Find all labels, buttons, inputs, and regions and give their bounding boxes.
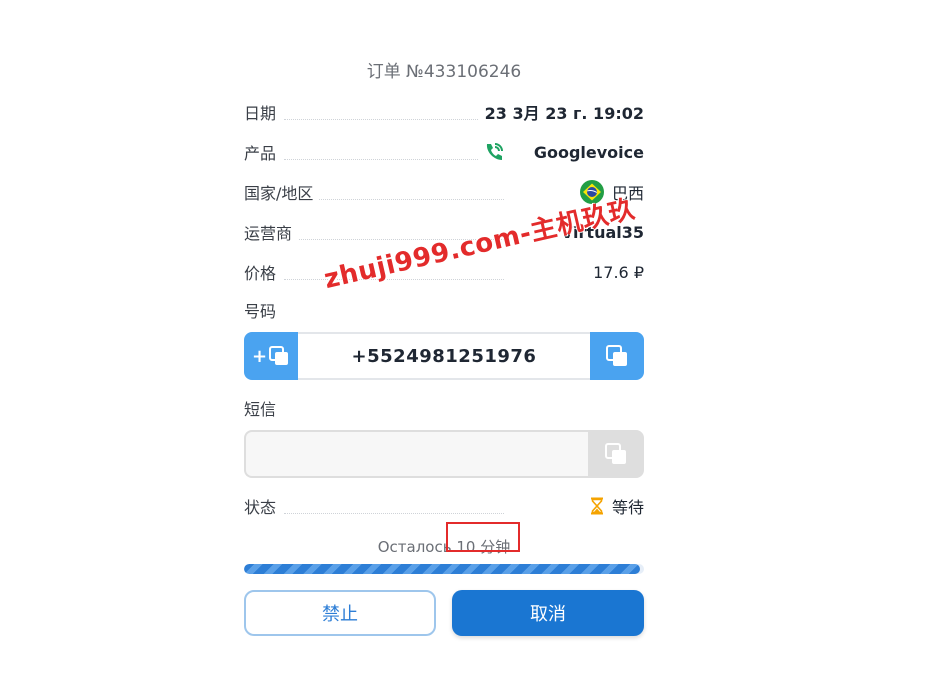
ban-button[interactable]: 禁止 bbox=[244, 590, 436, 636]
status-value: 等待 bbox=[611, 498, 644, 517]
order-title: 订单 №433106246 bbox=[366, 62, 522, 82]
sms-field[interactable] bbox=[244, 430, 588, 478]
copy-sms-button[interactable] bbox=[588, 430, 644, 478]
number-box: + +5524981251976 bbox=[244, 332, 644, 380]
product-row: 产品 Googlevoice bbox=[244, 132, 644, 172]
order-card: 订单 №433106246 日期 23 3月 23 г. 19:02 产品 Go… bbox=[244, 52, 644, 636]
date-label: 日期 bbox=[244, 100, 283, 124]
google-voice-icon bbox=[484, 142, 504, 162]
highlight-box bbox=[446, 522, 520, 552]
progress-fill bbox=[244, 564, 640, 574]
add-number-button[interactable]: + bbox=[244, 332, 298, 380]
price-value: 17.6 ₽ bbox=[587, 262, 644, 282]
copy-icon bbox=[269, 346, 289, 365]
product-value: Googlevoice bbox=[533, 142, 644, 162]
time-remaining: Осталось 10 分钟 bbox=[244, 522, 644, 558]
country-label: 国家/地区 bbox=[244, 180, 320, 204]
sms-box bbox=[244, 430, 644, 478]
copy-icon bbox=[606, 345, 627, 366]
number-label: 号码 bbox=[244, 302, 277, 321]
status-row: 状态 等待 bbox=[244, 486, 644, 526]
time-progress-bar bbox=[244, 564, 644, 574]
dotted-leader bbox=[284, 119, 504, 120]
status-label: 状态 bbox=[244, 494, 283, 518]
price-label: 价格 bbox=[244, 260, 283, 284]
plus-icon: + bbox=[251, 345, 268, 367]
product-label: 产品 bbox=[244, 140, 283, 164]
date-value: 23 3月 23 г. 19:02 bbox=[478, 100, 644, 124]
hourglass-icon bbox=[590, 497, 604, 515]
timer-prefix: Осталось bbox=[377, 538, 452, 556]
product-value-wrap: Googlevoice bbox=[477, 142, 644, 162]
operator-label: 运营商 bbox=[244, 220, 299, 244]
sms-label: 短信 bbox=[244, 400, 277, 419]
dotted-leader bbox=[284, 513, 504, 514]
date-row: 日期 23 3月 23 г. 19:02 bbox=[244, 92, 644, 132]
status-value-wrap: 等待 bbox=[583, 494, 644, 518]
copy-icon bbox=[605, 443, 626, 464]
phone-number-field[interactable]: +5524981251976 bbox=[298, 332, 590, 380]
dotted-leader bbox=[284, 159, 504, 160]
copy-number-button[interactable] bbox=[590, 332, 644, 380]
action-buttons: 禁止 取消 bbox=[244, 590, 644, 636]
cancel-button[interactable]: 取消 bbox=[452, 590, 644, 636]
